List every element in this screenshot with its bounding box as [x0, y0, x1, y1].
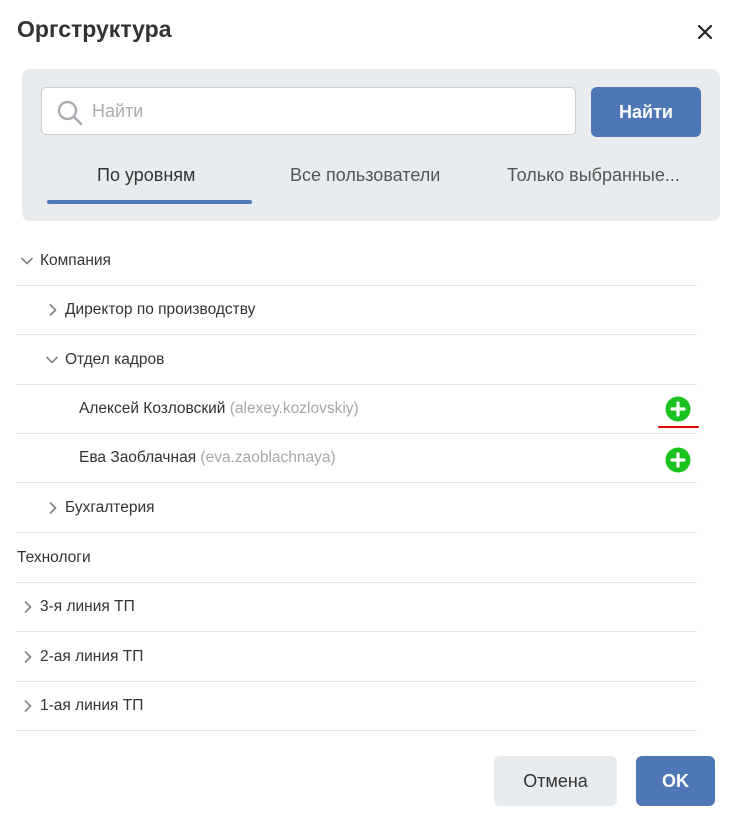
chevron-right-icon[interactable]: [46, 501, 60, 515]
tree-node-label: 1-ая линия ТП: [40, 697, 144, 714]
tree-node-support-line-1[interactable]: 1-ая линия ТП: [17, 682, 697, 731]
add-user-icon[interactable]: [665, 396, 691, 422]
search-icon: [57, 100, 83, 126]
tree-node-label: Технологи: [17, 549, 91, 566]
tree-node-support-line-2[interactable]: 2-ая линия ТП: [17, 633, 697, 682]
search-button[interactable]: Найти: [591, 87, 701, 137]
search-field[interactable]: [41, 87, 576, 135]
chevron-down-icon[interactable]: [45, 353, 59, 367]
tree-node-company[interactable]: Компания: [17, 237, 697, 286]
user-label: Ева Заоблачная (eva.zaoblachnaya): [79, 449, 336, 467]
search-input[interactable]: [92, 88, 562, 134]
cancel-button[interactable]: Отмена: [494, 756, 617, 806]
ok-button[interactable]: OK: [636, 756, 715, 806]
active-tab-indicator: [47, 200, 252, 204]
tree-node-hr-department[interactable]: Отдел кадров: [17, 336, 697, 385]
tree-node-label: 2-ая линия ТП: [40, 648, 144, 665]
add-user-icon[interactable]: [665, 447, 691, 473]
tab-only-selected[interactable]: Только выбранные...: [507, 165, 680, 186]
tree-node-label: Бухгалтерия: [65, 499, 155, 516]
annotation-underline: [658, 426, 699, 428]
tab-all-users[interactable]: Все пользователи: [290, 165, 440, 186]
tree-node-label: Компания: [40, 252, 111, 269]
close-icon[interactable]: [694, 21, 716, 43]
tree-node-label: 3-я линия ТП: [40, 598, 135, 615]
tab-by-levels[interactable]: По уровням: [97, 165, 195, 186]
tree-node-label: Директор по производству: [65, 301, 256, 318]
user-login: (eva.zaoblachnaya): [200, 449, 336, 466]
tree-node-technologists[interactable]: Технологи: [17, 534, 697, 583]
user-label: Алексей Козловский (alexey.kozlovskiy): [79, 400, 359, 418]
tree-node-support-line-3[interactable]: 3-я линия ТП: [17, 583, 697, 632]
user-row-zaoblachnaya[interactable]: Ева Заоблачная (eva.zaoblachnaya): [17, 434, 697, 483]
user-row-kozlovskiy[interactable]: Алексей Козловский (alexey.kozlovskiy): [17, 385, 697, 434]
tree-node-accounting[interactable]: Бухгалтерия: [17, 484, 697, 533]
chevron-right-icon[interactable]: [21, 600, 35, 614]
search-panel: Найти По уровням Все пользователи Только…: [22, 69, 720, 221]
dialog-title: Оргструктура: [17, 16, 172, 42]
chevron-right-icon[interactable]: [46, 303, 60, 317]
tree-node-label: Отдел кадров: [65, 351, 165, 368]
chevron-right-icon[interactable]: [21, 650, 35, 664]
chevron-right-icon[interactable]: [21, 699, 35, 713]
user-login: (alexey.kozlovskiy): [229, 400, 359, 417]
tree-node-production-director[interactable]: Директор по производству: [17, 286, 697, 335]
chevron-down-icon[interactable]: [20, 254, 34, 268]
user-name: Ева Заоблачная: [79, 449, 197, 466]
user-name: Алексей Козловский: [79, 400, 226, 417]
